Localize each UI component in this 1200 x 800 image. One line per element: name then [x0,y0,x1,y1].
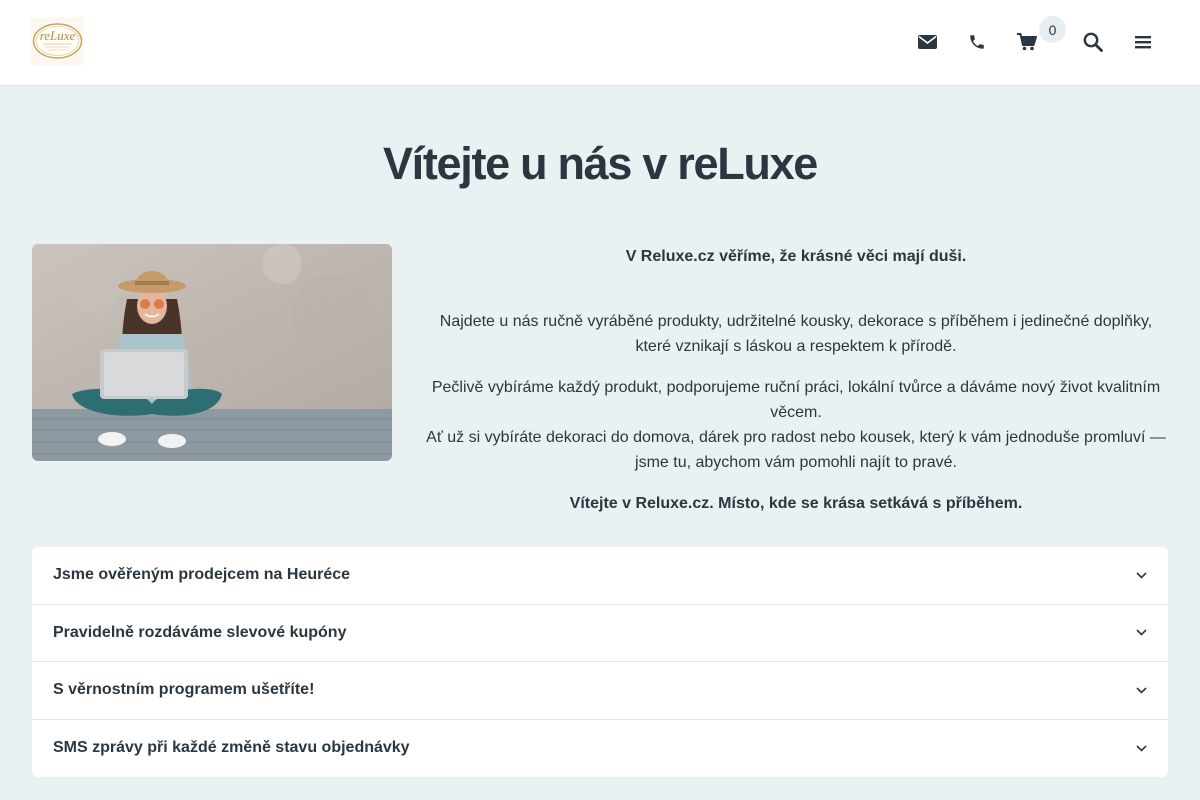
intro-lead: V Reluxe.cz věříme, že krásné věci mají … [625,248,967,265]
chevron-down-icon [1134,741,1148,755]
chevron-down-icon [1134,683,1148,697]
cart-count-badge: 0 [1039,16,1066,43]
menu-icon[interactable] [1130,29,1156,55]
chevron-down-icon [1134,626,1148,640]
site-header: reLuxe 0 [0,0,1200,86]
chevron-down-icon [1134,568,1148,582]
intro-text: V Reluxe.cz věříme, že krásné věci mají … [422,244,1170,516]
svg-text:reLuxe: reLuxe [40,28,76,43]
intro-paragraph: Najdete u nás ručně vyráběné produkty, u… [439,313,1153,355]
benefits-accordion: Jsme ověřeným prodejcem na Heuréce Pravi… [32,547,1168,777]
accordion-item-heureka[interactable]: Jsme ověřeným prodejcem na Heuréce [32,547,1168,605]
phone-icon[interactable] [964,29,990,55]
envelope-icon[interactable] [914,29,940,55]
intro-paragraph: Pečlivě vybíráme každý produkt, podporuj… [431,379,1161,421]
accordion-item-loyalty[interactable]: S věrnostním programem ušetříte! [32,662,1168,720]
page-title: Vítejte u nás v reLuxe [382,138,818,189]
reluxe-logo-icon[interactable]: reLuxe [31,17,84,65]
accordion-item-sms[interactable]: SMS zprávy při každé změně stavu objedná… [32,720,1168,778]
search-icon[interactable] [1080,29,1106,55]
woman-with-laptop-photo [32,244,392,461]
accordion-item-label: Pravidelně rozdáváme slevové kupóny [53,623,347,641]
cart-icon[interactable] [1014,29,1040,55]
intro-closing: Vítejte v Reluxe.cz. Místo, kde se krása… [569,495,1023,512]
accordion-item-label: Jsme ověřeným prodejcem na Heuréce [53,566,351,584]
accordion-item-label: SMS zprávy při každé změně stavu objedná… [53,739,410,757]
intro-paragraph: Ať už si vybíráte dekoraci do domova, dá… [426,429,1166,471]
accordion-item-coupons[interactable]: Pravidelně rozdáváme slevové kupóny [32,605,1168,662]
accordion-item-label: S věrnostním programem ušetříte! [53,681,315,699]
